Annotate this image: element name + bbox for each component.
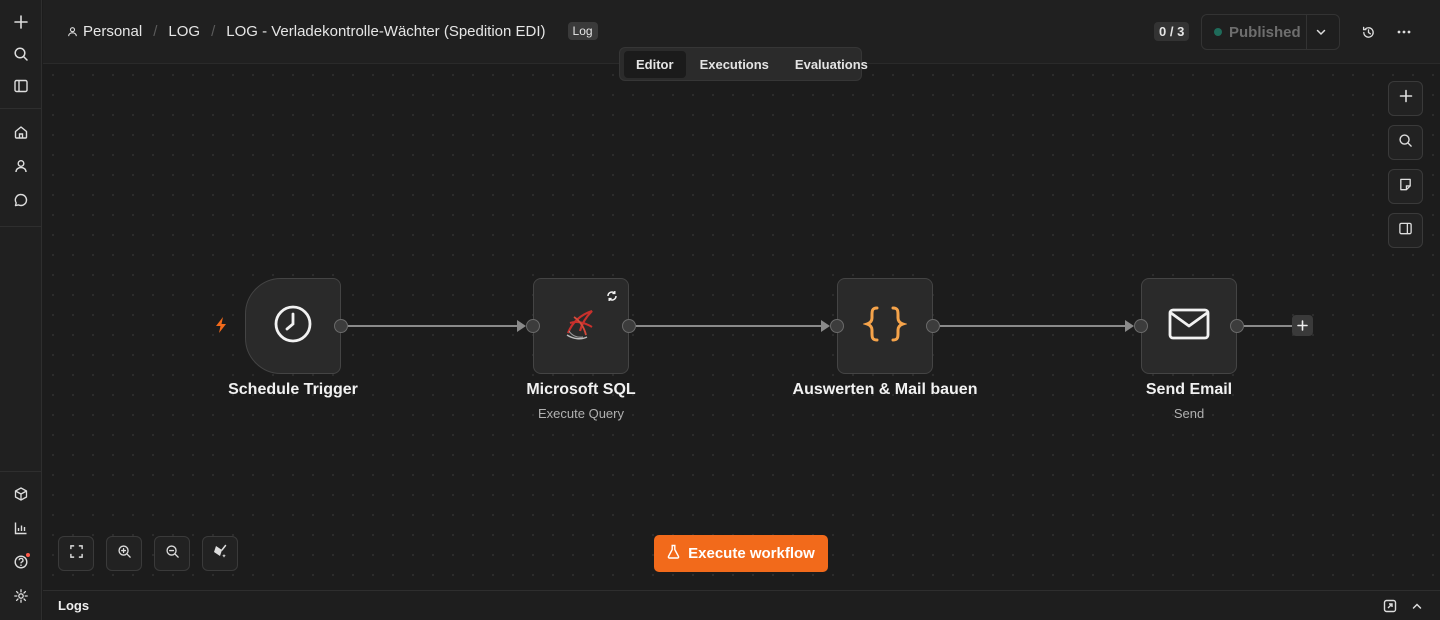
chevron-down-icon[interactable] — [1314, 25, 1328, 44]
execute-workflow-button[interactable]: Execute workflow — [654, 535, 828, 572]
home-icon[interactable] — [6, 117, 36, 147]
add-node-button[interactable] — [1388, 81, 1423, 116]
workflow-name[interactable]: LOG - Verladekontrolle-Wächter (Speditio… — [226, 23, 545, 40]
breadcrumb-folder[interactable]: LOG — [168, 23, 200, 40]
node-schedule-trigger[interactable] — [245, 278, 341, 374]
node-title: Schedule Trigger — [228, 381, 358, 398]
mssql-icon — [560, 303, 602, 350]
zoom-in-button[interactable] — [106, 536, 142, 571]
output-port[interactable] — [926, 319, 940, 333]
add-node-plus-icon[interactable] — [1292, 315, 1313, 336]
logs-label: Logs — [58, 598, 90, 613]
publish-label: Published — [1229, 23, 1301, 41]
person-icon — [67, 26, 78, 37]
fit-view-button[interactable] — [58, 536, 94, 571]
output-port[interactable] — [622, 319, 636, 333]
output-port[interactable] — [334, 319, 348, 333]
node-subtitle: Send — [1173, 406, 1205, 421]
search-icon — [1398, 133, 1413, 153]
publish-status-dot — [1214, 28, 1222, 36]
broom-icon — [212, 543, 228, 564]
history-icon[interactable] — [1358, 22, 1378, 42]
logs-panel-bar[interactable]: Logs — [43, 590, 1440, 620]
node-title: Send Email — [1145, 381, 1233, 398]
tab-executions[interactable]: Executions — [688, 51, 781, 78]
node-send-email[interactable] — [1141, 278, 1237, 374]
tab-editor[interactable]: Editor — [624, 50, 686, 78]
sync-refresh-icon — [606, 289, 618, 307]
toggle-panel-button[interactable] — [1388, 213, 1423, 248]
breadcrumb: Personal / LOG / LOG - Verladekontrolle-… — [67, 22, 598, 40]
output-port[interactable] — [1230, 319, 1244, 333]
execute-workflow-label: Execute workflow — [688, 545, 815, 562]
node-microsoft-sql[interactable] — [533, 278, 629, 374]
pop-out-icon[interactable] — [1381, 597, 1399, 615]
zoom-out-button[interactable] — [154, 536, 190, 571]
view-tabs: Editor Executions Evaluations — [619, 47, 868, 81]
breadcrumb-separator: / — [211, 22, 216, 40]
sticky-note-icon — [1398, 177, 1413, 197]
workflow-tag[interactable]: Log — [567, 22, 598, 40]
left-sidebar — [0, 0, 42, 620]
n8n-workflow-editor: Personal / LOG / LOG - Verladekontrolle-… — [0, 0, 1440, 620]
input-port[interactable] — [830, 319, 844, 333]
chat-icon[interactable] — [6, 185, 36, 215]
publish-button[interactable]: Published — [1201, 14, 1340, 50]
zoom-in-icon — [117, 544, 132, 564]
user-icon[interactable] — [6, 151, 36, 181]
help-icon[interactable] — [6, 547, 36, 577]
plus-icon — [1399, 89, 1413, 108]
add-icon[interactable] — [6, 7, 36, 37]
active-counter-badge: 0 / 3 — [1154, 22, 1190, 41]
input-port[interactable] — [1134, 319, 1148, 333]
node-subtitle: Execute Query — [538, 406, 624, 421]
search-nodes-button[interactable] — [1388, 125, 1423, 160]
settings-gear-icon[interactable] — [6, 581, 36, 611]
panel-toggle-icon[interactable] — [6, 71, 36, 101]
search-icon[interactable] — [6, 39, 36, 69]
chevron-up-icon[interactable] — [1408, 597, 1426, 615]
tab-evaluations[interactable]: Evaluations — [783, 51, 880, 78]
mail-icon — [1168, 307, 1210, 346]
breadcrumb-separator: / — [153, 22, 158, 40]
node-title: Microsoft SQL — [526, 381, 636, 398]
cube-icon[interactable] — [6, 479, 36, 509]
node-code[interactable] — [837, 278, 933, 374]
breadcrumb-owner[interactable]: Personal — [83, 23, 142, 40]
input-port[interactable] — [526, 319, 540, 333]
tidy-up-button[interactable] — [202, 536, 238, 571]
flask-icon — [667, 544, 680, 563]
sticky-note-button[interactable] — [1388, 169, 1423, 204]
notification-dot — [26, 553, 30, 557]
more-options-icon[interactable] — [1394, 22, 1414, 42]
code-braces-icon — [862, 304, 908, 349]
trigger-bolt-icon — [213, 316, 229, 339]
clock-icon — [273, 304, 313, 349]
node-title: Auswerten & Mail bauen — [792, 381, 978, 398]
zoom-out-icon — [165, 544, 180, 564]
panel-right-icon — [1398, 221, 1413, 241]
fit-view-icon — [69, 544, 84, 564]
insights-chart-icon[interactable] — [6, 513, 36, 543]
